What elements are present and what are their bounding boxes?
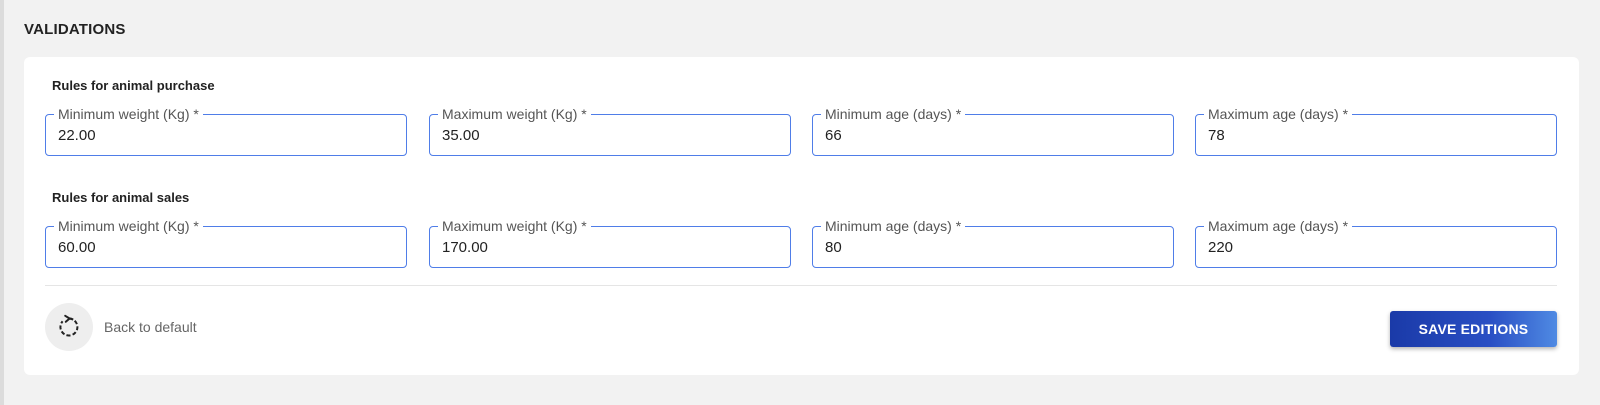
field-value[interactable]: 60.00 xyxy=(58,239,96,257)
field-label: Maximum age (days) * xyxy=(1204,105,1353,123)
field-label: Minimum weight (Kg) * xyxy=(54,217,203,235)
sales-max-age-field[interactable]: Maximum age (days) * 220 xyxy=(1195,217,1557,268)
field-value[interactable]: 66 xyxy=(825,127,842,145)
validations-page: VALIDATIONS Rules for animal purchase Mi… xyxy=(0,0,1600,405)
save-editions-button[interactable]: SAVE EDITIONS xyxy=(1390,311,1557,347)
back-to-default-button[interactable]: Back to default xyxy=(45,303,197,351)
field-value[interactable]: 80 xyxy=(825,239,842,257)
purchase-min-weight-field[interactable]: Minimum weight (Kg) * 22.00 xyxy=(45,105,407,156)
sales-min-age-field[interactable]: Minimum age (days) * 80 xyxy=(812,217,1174,268)
section-title: VALIDATIONS xyxy=(24,21,126,38)
back-to-default-label[interactable]: Back to default xyxy=(104,319,197,335)
left-edge-border xyxy=(0,0,4,405)
field-label: Minimum weight (Kg) * xyxy=(54,105,203,123)
validations-card: Rules for animal purchase Minimum weight… xyxy=(24,57,1579,375)
divider xyxy=(45,285,1557,286)
field-label: Minimum age (days) * xyxy=(821,217,966,235)
sales-max-weight-field[interactable]: Maximum weight (Kg) * 170.00 xyxy=(429,217,791,268)
field-label: Minimum age (days) * xyxy=(821,105,966,123)
field-value[interactable]: 170.00 xyxy=(442,239,488,257)
field-value[interactable]: 220 xyxy=(1208,239,1233,257)
field-value[interactable]: 22.00 xyxy=(58,127,96,145)
field-value[interactable]: 78 xyxy=(1208,127,1225,145)
purchase-max-age-field[interactable]: Maximum age (days) * 78 xyxy=(1195,105,1557,156)
field-label: Maximum weight (Kg) * xyxy=(438,217,591,235)
purchase-rules-title: Rules for animal purchase xyxy=(52,78,215,93)
field-value[interactable]: 35.00 xyxy=(442,127,480,145)
sales-min-weight-field[interactable]: Minimum weight (Kg) * 60.00 xyxy=(45,217,407,268)
sales-rules-title: Rules for animal sales xyxy=(52,190,190,205)
purchase-max-weight-field[interactable]: Maximum weight (Kg) * 35.00 xyxy=(429,105,791,156)
field-label: Maximum age (days) * xyxy=(1204,217,1353,235)
field-label: Maximum weight (Kg) * xyxy=(438,105,591,123)
reset-icon xyxy=(59,314,79,337)
reset-icon-circle[interactable] xyxy=(45,303,93,351)
purchase-min-age-field[interactable]: Minimum age (days) * 66 xyxy=(812,105,1174,156)
